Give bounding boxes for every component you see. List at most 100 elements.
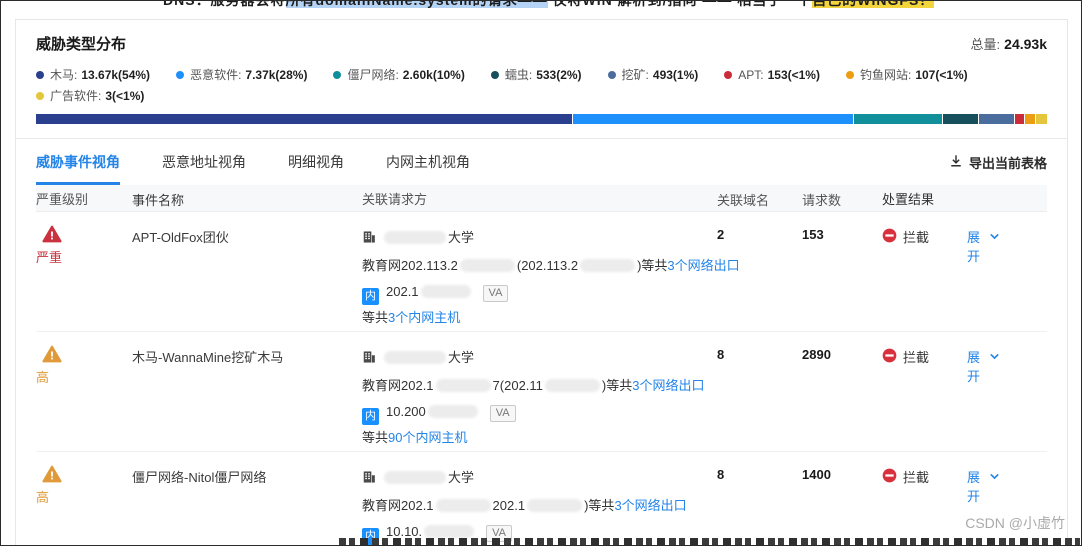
panel-header: 威胁类型分布 总量: 24.93k <box>36 33 1047 54</box>
highlighted-text-blue: 所有domainName.system的请求—— <box>285 1 548 8</box>
view-tabs: 威胁事件视角 恶意地址视角 明细视角 内网主机视角 <box>36 139 470 185</box>
legend-item-worm[interactable]: 蠕虫: 533(2%) <box>490 66 582 83</box>
chevron-down-icon[interactable] <box>988 467 1001 486</box>
tab-details[interactable]: 明细视角 <box>288 139 344 185</box>
requester-cell: 大学 教育网202.1 7(202.11)等共3个网络出口 内 10.200 VA 等… <box>362 345 717 451</box>
bar-segment-trojan <box>36 114 573 124</box>
intranet-hosts-link[interactable]: 3个内网主机 <box>388 310 460 325</box>
tab-threat-events[interactable]: 威胁事件视角 <box>36 139 120 185</box>
org-suffix: 大学 <box>448 470 475 485</box>
expand-cell: 展开 <box>967 225 1047 331</box>
clipped-text-dns: DNS <box>163 1 196 8</box>
legend-item-phishing[interactable]: 钓鱼网站: 107(<1%) <box>845 66 968 83</box>
intranet-hosts-link[interactable]: 90个内网主机 <box>388 430 467 445</box>
legend-dot-icon <box>845 70 854 79</box>
related-domains-count: 2 <box>717 227 725 242</box>
legend-dot-icon <box>176 70 185 79</box>
severity-cell: 严重 <box>36 225 132 331</box>
internal-ip: 10.10. <box>386 524 423 539</box>
action-cell: 拦截 <box>882 345 967 451</box>
expand-cell: 展开 <box>967 465 1047 545</box>
redacted-ip <box>420 285 471 298</box>
tabs-bar: 威胁事件视角 恶意地址视角 明细视角 内网主机视角 导出当前表格 <box>36 139 1047 185</box>
bar-segment-phishing <box>1025 114 1037 124</box>
legend-item-adware[interactable]: 广告软件: 3(<1%) <box>36 87 144 104</box>
action-cell: 拦截 <box>882 225 967 331</box>
tab-malicious-addresses[interactable]: 恶意地址视角 <box>162 139 246 185</box>
org-suffix: 大学 <box>448 350 475 365</box>
action-label: 拦截 <box>903 230 930 245</box>
redacted-ip <box>580 259 636 272</box>
legend-item-botnet[interactable]: 僵尸网络: 2.60k(10%) <box>333 66 465 83</box>
severity-label: 高 <box>36 370 50 385</box>
threat-distribution-panel: 威胁类型分布 总量: 24.93k 木马: 13.67k(54%) 恶意软件: 7.3… <box>15 19 1068 545</box>
network-exits-link[interactable]: 3个网络出口 <box>632 378 704 393</box>
legend-item-trojan[interactable]: 木马: 13.67k(54%) <box>36 66 150 83</box>
clipped-text-bottom <box>339 538 1080 545</box>
legend-dot-icon <box>36 70 44 79</box>
export-table-button[interactable]: 导出当前表格 <box>949 153 1047 172</box>
col-header-requester: 关联请求方 <box>362 191 428 207</box>
panel-title: 威胁类型分布 <box>36 36 127 53</box>
col-header-action: 处置结果 <box>882 191 935 207</box>
warning-triangle-icon <box>42 345 62 363</box>
block-icon <box>882 228 897 246</box>
internal-badge: 内 <box>362 287 379 305</box>
internal-ip: 10.200 <box>386 404 426 419</box>
tab-intranet-hosts[interactable]: 内网主机视角 <box>386 139 470 185</box>
action-label: 拦截 <box>903 470 930 485</box>
table-row: 严重 APT-OldFox团伙 大学 教育网202.113.2 (202.113.… <box>36 212 1047 332</box>
screenshot-frame: DNS：服务器会将所有domainName.system的请求—— 仅将WIN … <box>0 0 1082 546</box>
network-exits-link[interactable]: 3个网络出口 <box>614 498 686 513</box>
org-suffix: 大学 <box>448 230 475 245</box>
event-name: APT-OldFox团伙 <box>132 230 229 245</box>
total-count: 总量: 24.93k <box>971 34 1047 53</box>
highlighted-text-yellow: 自己的WINGFS？ <box>812 1 935 8</box>
request-count: 1400 <box>802 467 831 482</box>
expand-button[interactable]: 展开 <box>967 347 984 385</box>
chevron-down-icon[interactable] <box>988 227 1001 246</box>
table-row: 高 僵尸网络-Nitol僵尸网络 大学 教育网202.1 202.1)等共3个网络… <box>36 452 1047 545</box>
severity-label: 严重 <box>36 250 63 265</box>
clipped-text-top: DNS：服务器会将所有domainName.system的请求—— 仅将WIN … <box>1 1 1081 10</box>
table-row: 高 木马-WannaMine挖矿木马 大学 教育网202.1 7(202.11)等… <box>36 332 1047 452</box>
legend-item-mining[interactable]: 挖矿: 493(1%) <box>607 66 698 83</box>
severity-label: 高 <box>36 490 50 505</box>
bar-segment-adware <box>1036 114 1047 124</box>
va-tag: VA <box>489 405 516 422</box>
request-count: 2890 <box>802 347 831 362</box>
expand-button[interactable]: 展开 <box>967 467 984 505</box>
legend-dot-icon <box>36 91 44 100</box>
stacked-distribution-bar <box>36 114 1047 124</box>
requester-cell: 大学 教育网202.113.2 (202.113.2)等共3个网络出口 内 202.… <box>362 225 740 331</box>
expand-cell: 展开 <box>967 345 1047 451</box>
legend-item-apt[interactable]: APT: 153(<1%) <box>724 66 820 83</box>
event-name: 僵尸网络-Nitol僵尸网络 <box>132 470 267 485</box>
bar-segment-malware <box>572 114 855 124</box>
action-label: 拦截 <box>903 350 930 365</box>
legend-dot-icon <box>607 70 616 79</box>
total-value: 24.93k <box>1004 36 1047 52</box>
block-icon <box>882 468 897 486</box>
download-icon <box>949 154 963 171</box>
legend-dot-icon <box>724 70 733 79</box>
redacted-ip <box>424 525 475 538</box>
severity-cell: 高 <box>36 465 132 545</box>
bar-segment-mining <box>979 114 1016 124</box>
redacted-ip <box>544 379 600 392</box>
table-header-row: 严重级别 事件名称 关联请求方 关联域名 请求数 处置结果 <box>36 185 1047 212</box>
expand-button[interactable]: 展开 <box>967 227 984 265</box>
clipped-text-line: DNS：服务器会将所有domainName.system的请求—— 仅将WIN … <box>1 1 1081 10</box>
building-icon <box>362 227 376 253</box>
redacted-ip <box>427 405 478 418</box>
redacted-ip <box>527 499 583 512</box>
building-icon <box>362 467 376 493</box>
request-count: 153 <box>802 227 824 242</box>
warning-triangle-icon <box>42 225 62 243</box>
legend-item-malware[interactable]: 恶意软件: 7.37k(28%) <box>176 66 307 83</box>
severity-cell: 高 <box>36 345 132 451</box>
col-header-severity: 严重级别 <box>36 191 89 207</box>
total-label: 总量: <box>970 37 1001 52</box>
chevron-down-icon[interactable] <box>988 347 1001 366</box>
bar-segment-apt <box>1015 114 1026 124</box>
